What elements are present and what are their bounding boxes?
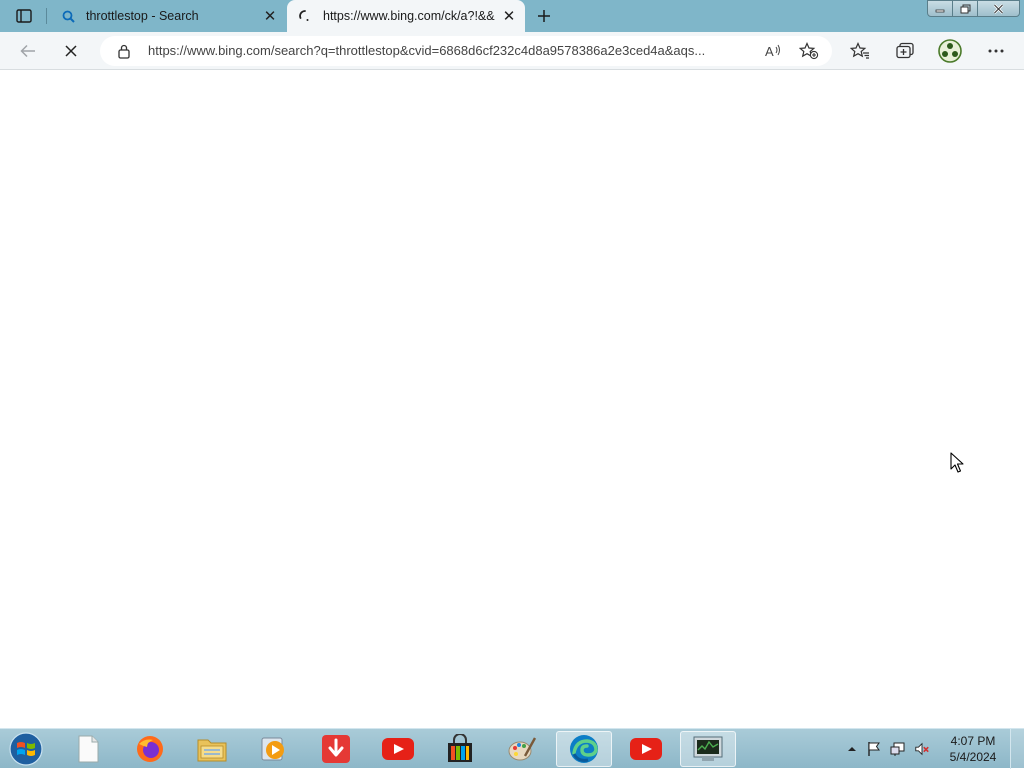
svg-text:A: A	[765, 44, 774, 59]
taskbar-app-media-player[interactable]	[246, 731, 302, 767]
minimize-icon	[935, 9, 945, 12]
stop-icon	[65, 45, 77, 57]
more-dots-icon	[988, 49, 1004, 53]
stop-loading-button[interactable]	[56, 36, 86, 66]
tab-throttlestop-search[interactable]: throttlestop - Search ✕	[50, 0, 286, 32]
store-bag-icon	[448, 734, 472, 762]
volume-muted-icon[interactable]	[914, 741, 930, 757]
clock-time: 4:07 PM	[950, 734, 996, 748]
taskbar-app-downloader[interactable]	[308, 731, 364, 767]
edge-icon	[570, 735, 598, 763]
collections-button[interactable]	[890, 36, 920, 66]
taskbar-app-store[interactable]	[432, 731, 488, 767]
tab-actions-icon	[16, 9, 32, 23]
document-icon	[78, 735, 99, 763]
settings-more-button[interactable]	[981, 36, 1011, 66]
close-icon	[993, 3, 1004, 14]
download-manager-icon	[322, 735, 350, 763]
system-clock[interactable]: 4:07 PM 5/4/2024	[940, 733, 1006, 765]
media-player-icon	[261, 737, 284, 761]
tab-strip: throttlestop - Search ✕ https://www.bing…	[0, 0, 1024, 32]
task-manager-icon	[693, 736, 723, 761]
action-center-icon[interactable]	[866, 741, 882, 757]
windows-logo-icon	[9, 732, 43, 766]
restore-button[interactable]	[952, 0, 978, 17]
paint-icon	[508, 737, 537, 761]
start-button[interactable]	[6, 730, 46, 768]
close-tab-icon[interactable]: ✕	[260, 6, 280, 26]
tab-title: https://www.bing.com/ck/a?!&&	[323, 9, 495, 23]
favorites-icon	[850, 42, 869, 59]
show-desktop-button[interactable]	[1010, 729, 1024, 769]
youtube-icon	[382, 738, 414, 760]
taskbar-app-document[interactable]	[60, 731, 116, 767]
back-button[interactable]	[13, 36, 43, 66]
plus-icon	[538, 10, 550, 22]
collections-icon	[896, 42, 914, 59]
taskbar: 4:07 PM 5/4/2024	[0, 728, 1024, 769]
address-bar[interactable]: https://www.bing.com/search?q=throttlest…	[100, 36, 832, 66]
taskbar-app-youtube-1[interactable]	[370, 731, 426, 767]
network-icon[interactable]	[890, 741, 906, 757]
close-tab-icon[interactable]: ✕	[499, 6, 519, 26]
new-tab-button[interactable]	[531, 4, 557, 28]
restore-icon	[960, 4, 970, 13]
tab-bing-redirect[interactable]: https://www.bing.com/ck/a?!&& ✕	[287, 0, 525, 32]
taskbar-app-firefox[interactable]	[122, 731, 178, 767]
file-explorer-icon	[197, 739, 227, 762]
tab-actions-button[interactable]	[10, 6, 38, 26]
firefox-icon	[137, 736, 163, 762]
address-url[interactable]: https://www.bing.com/search?q=throttlest…	[148, 36, 754, 66]
taskbar-app-youtube-2[interactable]	[618, 731, 674, 767]
page-content	[0, 71, 1024, 728]
loading-spinner-icon	[297, 8, 313, 24]
profile-avatar-icon	[938, 39, 962, 63]
taskbar-app-task-manager[interactable]	[680, 731, 736, 767]
tab-title: throttlestop - Search	[86, 9, 199, 23]
favorites-button[interactable]	[845, 36, 875, 66]
back-arrow-icon	[20, 44, 35, 58]
mouse-cursor-icon	[950, 452, 964, 473]
youtube-icon	[630, 738, 662, 760]
show-hidden-icons-button[interactable]	[844, 741, 860, 757]
taskbar-app-paint[interactable]	[494, 731, 550, 767]
taskbar-app-explorer[interactable]	[184, 731, 240, 767]
read-aloud-icon[interactable]: A	[764, 42, 782, 60]
chevron-up-icon	[848, 747, 856, 751]
lock-icon[interactable]	[117, 43, 131, 64]
taskbar-app-edge[interactable]	[556, 731, 612, 767]
tab-divider	[46, 8, 47, 24]
profile-button[interactable]	[935, 36, 965, 66]
minimize-button[interactable]	[927, 0, 953, 17]
browser-toolbar: https://www.bing.com/search?q=throttlest…	[0, 32, 1024, 70]
bing-search-icon	[60, 8, 76, 24]
close-window-button[interactable]	[977, 0, 1020, 17]
add-favorite-icon[interactable]	[799, 42, 819, 60]
clock-date: 5/4/2024	[949, 750, 997, 764]
